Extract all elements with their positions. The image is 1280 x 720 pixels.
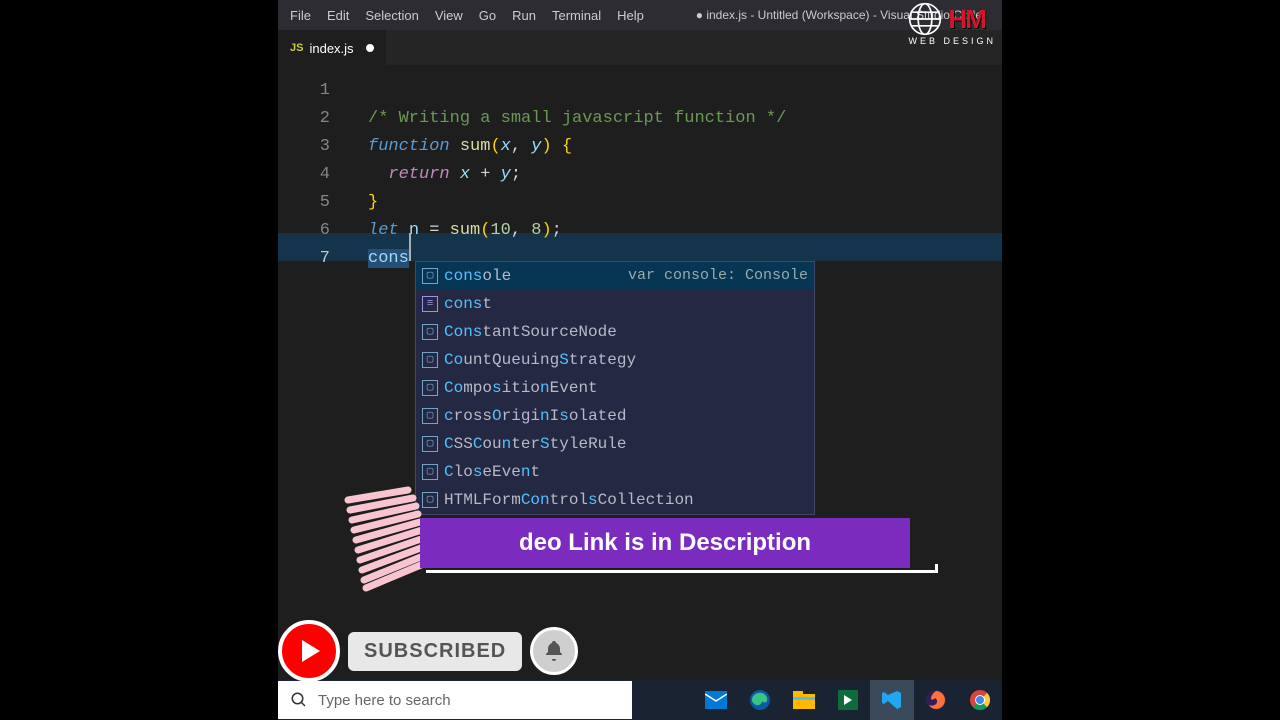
line-number: 7 [278, 245, 330, 273]
taskbar-chrome-icon[interactable] [958, 680, 1002, 720]
suggestion-item[interactable]: ▢ CountQueuingStrategy [416, 346, 814, 374]
code-editor[interactable]: 1 2 3 4 5 6 7 /* Writing a small javascr… [278, 65, 1002, 273]
taskbar-app-icon[interactable] [826, 680, 870, 720]
line-gutter: 1 2 3 4 5 6 7 [278, 77, 348, 273]
brand-logo: HM WEB DESIGN [908, 2, 996, 46]
search-icon [290, 691, 308, 709]
play-icon [302, 640, 320, 662]
variable-icon: ▢ [422, 380, 438, 396]
search-placeholder: Type here to search [318, 692, 451, 709]
line-number: 5 [278, 189, 330, 217]
taskbar-vscode-icon[interactable] [870, 680, 914, 720]
menu-terminal[interactable]: Terminal [544, 1, 609, 29]
intellisense-popup[interactable]: ▢ console var console: Console ≡ const ▢… [415, 261, 815, 515]
menu-edit[interactable]: Edit [319, 1, 357, 29]
suggestion-item[interactable]: ▢ CompositionEvent [416, 374, 814, 402]
menu-file[interactable]: File [282, 1, 319, 29]
suggestion-item[interactable]: ▢ CSSCounterStyleRule [416, 430, 814, 458]
variable-icon: ▢ [422, 352, 438, 368]
taskbar-explorer-icon[interactable] [782, 680, 826, 720]
variable-icon: ▢ [422, 268, 438, 284]
line-number: 2 [278, 105, 330, 133]
suggestion-detail: var console: Console [628, 262, 808, 290]
menu-bar: File Edit Selection View Go Run Terminal… [278, 0, 1002, 30]
suggestion-item[interactable]: ▢ CloseEvent [416, 458, 814, 486]
subscribe-overlay: SUBSCRIBED [278, 620, 578, 682]
text-cursor [409, 233, 411, 261]
tab-index-js[interactable]: JS index.js [278, 30, 386, 65]
taskbar-edge-icon[interactable] [738, 680, 782, 720]
vscode-window: File Edit Selection View Go Run Terminal… [278, 0, 1002, 720]
tab-bar: JS index.js [278, 30, 1002, 65]
tab-label: index.js [309, 41, 353, 56]
taskbar-mail-icon[interactable] [694, 680, 738, 720]
suggestion-item[interactable]: ▢ ConstantSourceNode [416, 318, 814, 346]
globe-icon [908, 2, 942, 36]
unsaved-dot-icon [366, 44, 374, 52]
menu-selection[interactable]: Selection [357, 1, 426, 29]
suggestion-item[interactable]: ≡ const [416, 290, 814, 318]
line-number: 3 [278, 133, 330, 161]
notification-bell-button[interactable] [530, 627, 578, 675]
code-content: /* Writing a small javascript function *… [368, 77, 1002, 273]
variable-icon: ▢ [422, 464, 438, 480]
video-link-banner: deo Link is in Description [420, 518, 910, 568]
brand-name: HM [948, 4, 984, 35]
typed-text: cons [368, 249, 409, 268]
variable-icon: ▢ [422, 324, 438, 340]
js-file-icon: JS [290, 42, 303, 54]
suggestion-item[interactable]: ▢ console var console: Console [416, 262, 814, 290]
brand-tagline: WEB DESIGN [908, 36, 996, 46]
code-comment: /* Writing a small javascript function *… [368, 109, 786, 128]
menu-help[interactable]: Help [609, 1, 652, 29]
bell-icon [542, 639, 566, 663]
subscribed-chip[interactable]: SUBSCRIBED [348, 632, 522, 671]
line-number: 4 [278, 161, 330, 189]
variable-icon: ▢ [422, 408, 438, 424]
menu-view[interactable]: View [427, 1, 471, 29]
line-number: 1 [278, 77, 330, 105]
keyword-icon: ≡ [422, 296, 438, 312]
suggestion-item[interactable]: ▢ HTMLFormControlsCollection [416, 486, 814, 514]
banner-underline [426, 570, 936, 573]
menu-go[interactable]: Go [471, 1, 504, 29]
taskbar-firefox-icon[interactable] [914, 680, 958, 720]
line-number: 6 [278, 217, 330, 245]
menu-run[interactable]: Run [504, 1, 544, 29]
youtube-play-button[interactable] [278, 620, 340, 682]
windows-taskbar: Type here to search [278, 680, 1002, 720]
variable-icon: ▢ [422, 436, 438, 452]
taskbar-search[interactable]: Type here to search [278, 681, 632, 719]
taskbar-icons [694, 680, 1002, 720]
suggestion-item[interactable]: ▢ crossOriginIsolated [416, 402, 814, 430]
